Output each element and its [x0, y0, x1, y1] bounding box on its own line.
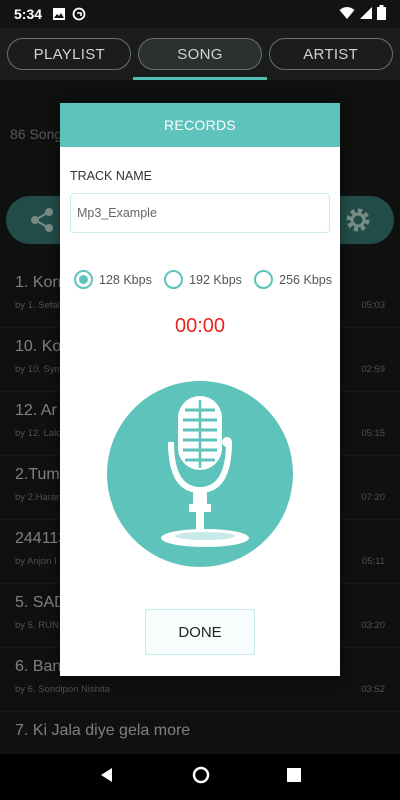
- status-bar: 5:34: [0, 0, 400, 28]
- record-button[interactable]: [107, 381, 293, 567]
- tab-bar: PLAYLIST SONG ARTIST: [0, 28, 400, 80]
- status-time: 5:34: [14, 6, 43, 22]
- radio-button[interactable]: [254, 270, 274, 289]
- done-button[interactable]: DONE: [145, 609, 255, 655]
- battery-icon: [377, 5, 386, 23]
- track-name-label: TRACK NAME: [70, 169, 152, 183]
- tab-song[interactable]: SONG: [137, 38, 262, 70]
- bitrate-label: 192 Kbps: [189, 272, 242, 287]
- bitrate-option-192[interactable]: 192 Kbps: [164, 270, 242, 289]
- record-timer: 00:00: [174, 315, 226, 337]
- bitrate-option-128[interactable]: 128 Kbps: [74, 270, 152, 289]
- radio-button[interactable]: [74, 270, 93, 289]
- bitrate-label: 256 Kbps: [279, 272, 332, 287]
- home-icon[interactable]: [191, 765, 211, 790]
- microphone-icon: [145, 392, 255, 557]
- signal-icon: [359, 6, 373, 23]
- bitrate-label: 128 Kbps: [99, 272, 152, 287]
- tab-playlist[interactable]: PLAYLIST: [7, 38, 132, 70]
- image-icon: [52, 7, 66, 21]
- bitrate-radio-group: 128 Kbps 192 Kbps 256 Kbps: [74, 270, 332, 289]
- bitrate-option-256[interactable]: 256 Kbps: [254, 270, 332, 289]
- records-dialog: RECORDS TRACK NAME 128 Kbps 192 Kbps 256…: [60, 103, 340, 676]
- back-icon[interactable]: [98, 766, 116, 789]
- navigation-bar: [0, 754, 400, 800]
- tab-artist[interactable]: ARTIST: [268, 38, 393, 70]
- recents-icon[interactable]: [286, 767, 302, 788]
- track-name-input[interactable]: [70, 193, 330, 233]
- dialog-title: RECORDS: [60, 103, 340, 147]
- radio-button[interactable]: [164, 270, 184, 289]
- sync-icon: [72, 7, 86, 21]
- wifi-icon: [339, 6, 355, 23]
